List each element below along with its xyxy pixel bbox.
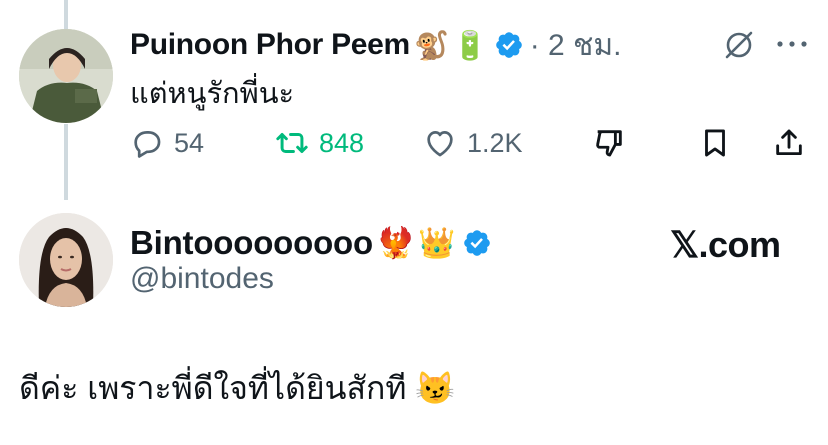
x-com-logo[interactable]: 𝕏.com	[670, 224, 781, 266]
reply-avatar[interactable]	[19, 213, 113, 307]
reply-button[interactable]: 54	[130, 118, 204, 168]
retweet-count: 848	[319, 127, 365, 158]
author-name[interactable]: Puinoon Phor Peem	[130, 28, 410, 62]
like-count: 1.2K	[467, 127, 523, 158]
retweet-button[interactable]: 848	[275, 118, 364, 168]
reply-avatar-image	[19, 213, 113, 307]
tweet-actions: 54 848 1.2K	[0, 118, 828, 168]
more-options-icon[interactable]	[775, 38, 809, 50]
share-button[interactable]	[772, 118, 806, 168]
thread-connector-top	[64, 0, 68, 30]
monkey-emoji: 🐒	[413, 29, 449, 61]
grok-icon[interactable]	[722, 28, 756, 62]
bookmark-button[interactable]	[698, 118, 732, 168]
heart-icon	[427, 131, 453, 157]
phoenix-emoji: 🐦‍🔥	[376, 226, 415, 260]
crown-emoji: 👑	[418, 226, 456, 260]
reply-icon	[134, 131, 161, 158]
reply-author-name[interactable]: Bintooooooooo	[130, 224, 373, 262]
verified-badge-icon[interactable]	[462, 228, 492, 258]
thread-connector	[64, 124, 68, 200]
avatar-image	[19, 29, 113, 123]
thumbs-down-icon	[596, 130, 622, 157]
tweet-header: Puinoon Phor Peem 🐒 🔋 · 2 ชม.	[130, 24, 622, 66]
share-icon	[776, 129, 802, 156]
verified-badge-icon[interactable]	[494, 30, 524, 60]
reply-count: 54	[174, 127, 205, 158]
bookmark-icon	[705, 129, 725, 157]
like-button[interactable]: 1.2K	[423, 118, 523, 168]
tweet-timestamp[interactable]: · 2 ชม.	[530, 22, 622, 69]
dislike-button[interactable]	[592, 118, 626, 168]
reply-header: Bintooooooooo 🐦‍🔥 👑	[130, 222, 492, 264]
retweet-icon	[276, 133, 308, 153]
tweet-text: แต่หนูรักพี่นะ	[130, 78, 295, 110]
battery-emoji: 🔋	[452, 29, 488, 61]
avatar[interactable]	[19, 29, 113, 123]
reply-handle[interactable]: @bintodes	[130, 262, 274, 296]
reply-text: ดีค่ะ เพราะพี่ดีใจที่ได้ยินสักที 😼	[19, 370, 456, 406]
